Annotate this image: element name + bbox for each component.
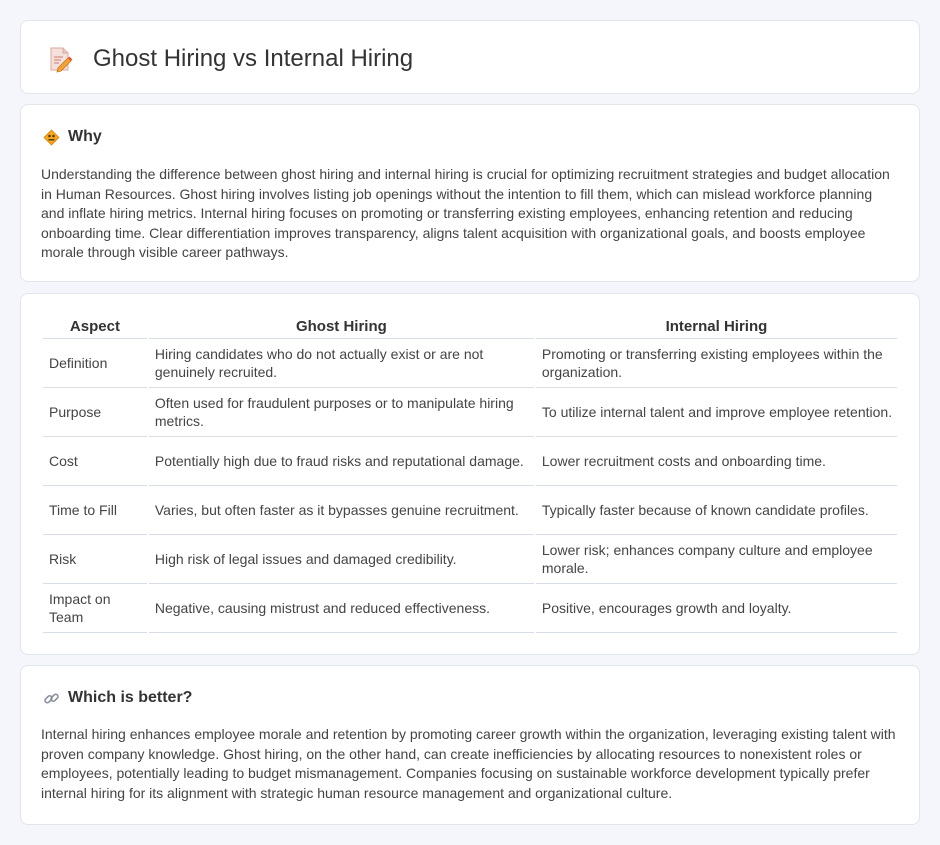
better-text: Internal hiring enhances employee morale… [41, 726, 896, 801]
why-text: Understanding the difference between gho… [41, 166, 890, 260]
table-row: Time to Fill Varies, but often faster as… [43, 486, 897, 535]
better-heading-row: Which is better? [43, 688, 192, 708]
ghost-hiring-cell: High risk of legal issues and damaged cr… [148, 535, 534, 584]
internal-hiring-cell: To utilize internal talent and improve e… [535, 388, 897, 437]
aspect-cell: Definition [43, 339, 147, 388]
diamond-sign-icon [43, 128, 60, 146]
table-row: Definition Hiring candidates who do not … [43, 339, 897, 388]
ghost-hiring-cell: Negative, causing mistrust and reduced e… [148, 584, 534, 633]
title-row: Ghost Hiring vs Internal Hiring [47, 43, 413, 75]
aspect-cell: Time to Fill [43, 486, 147, 535]
comparison-section: Aspect Ghost Hiring Internal Hiring Defi… [20, 293, 920, 655]
table-row: Purpose Often used for fraudulent purpos… [43, 388, 897, 437]
ghost-hiring-cell: Often used for fraudulent purposes or to… [148, 388, 534, 437]
header-card: Ghost Hiring vs Internal Hiring [20, 20, 920, 94]
page-title: Ghost Hiring vs Internal Hiring [93, 45, 414, 72]
comparison-table: Aspect Ghost Hiring Internal Hiring Defi… [41, 316, 899, 633]
internal-hiring-cell: Typically faster because of known candid… [535, 486, 897, 535]
aspect-cell: Impact on Team [43, 584, 147, 633]
table-row: Impact on Team Negative, causing mistrus… [43, 584, 897, 633]
document-pencil-icon [47, 45, 73, 73]
column-header-aspect: Aspect [43, 316, 147, 339]
internal-hiring-cell: Positive, encourages growth and loyalty. [535, 584, 897, 633]
ghost-hiring-cell: Hiring candidates who do not actually ex… [148, 339, 534, 388]
aspect-cell: Risk [43, 535, 147, 584]
why-heading: Why [68, 128, 102, 145]
ghost-hiring-cell: Potentially high due to fraud risks and … [148, 437, 534, 486]
internal-hiring-cell: Lower risk; enhances company culture and… [535, 535, 897, 584]
aspect-cell: Cost [43, 437, 147, 486]
which-is-better-section: Which is better? Internal hiring enhance… [20, 665, 920, 825]
better-heading: Which is better? [68, 689, 193, 706]
table-row: Cost Potentially high due to fraud risks… [43, 437, 897, 486]
column-header-internal-hiring: Internal Hiring [535, 316, 897, 339]
internal-hiring-cell: Lower recruitment costs and onboarding t… [535, 437, 897, 486]
why-section: Why Understanding the difference between… [20, 104, 920, 282]
table-row: Risk High risk of legal issues and damag… [43, 535, 897, 584]
ghost-hiring-cell: Varies, but often faster as it bypasses … [148, 486, 534, 535]
aspect-cell: Purpose [43, 388, 147, 437]
internal-hiring-cell: Promoting or transferring existing emplo… [535, 339, 897, 388]
table-header-row: Aspect Ghost Hiring Internal Hiring [43, 316, 897, 339]
why-heading-row: Why [43, 127, 102, 147]
column-header-ghost-hiring: Ghost Hiring [148, 316, 534, 339]
link-icon [43, 690, 60, 707]
